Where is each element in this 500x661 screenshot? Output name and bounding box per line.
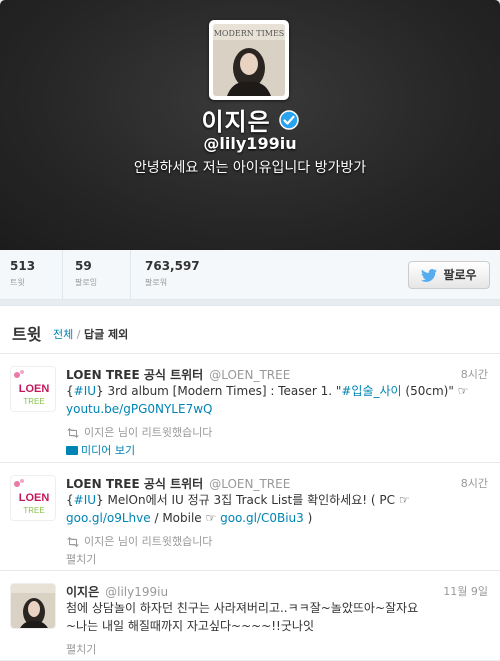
stat-tweets-count: 513 [10,259,36,273]
tweet-item[interactable]: 이지은 @lily199iu 11월 9일 첨에 상담놀이 하자던 친구는 사라져… [0,570,500,661]
profile-name-row: 이지은 [0,102,500,137]
tweet-item[interactable]: LOEN TREE LOEN TREE 공식 트위터 @LOEN_TREE 8시간… [0,462,500,570]
filter-no-replies-link[interactable]: 답글 제외 [84,328,128,341]
svg-text:LOEN: LOEN [19,383,50,395]
tweet-author-handle: @LOEN_TREE [209,368,291,382]
filter-separator: / [76,328,81,341]
tweets-heading: 트윗 [12,325,42,344]
hashtag-link[interactable]: #입술_사이 [341,384,401,398]
tweet-text: {#IU} MelOn에서 IU 정규 3집 Track List를 확인하세요… [66,493,410,525]
tweet-url-link[interactable]: goo.gl/o9Lhve [66,511,151,525]
view-media-link[interactable]: 미디어 보기 [66,442,135,458]
follow-button[interactable]: 팔로우 [408,261,490,289]
tweet-author-name: LOEN TREE 공식 트위터 [66,368,204,382]
svg-text:LOEN: LOEN [19,492,50,504]
tweet-timestamp[interactable]: 8시간 [461,366,488,382]
retweet-context: 이지은 님이 리트윗했습니다 [66,424,212,440]
retweet-icon [67,428,79,438]
stat-followers-count: 763,597 [145,259,200,273]
expand-tweet-link[interactable]: 펼치기 [66,551,96,567]
stat-tweets[interactable]: 513 트윗 [0,259,62,295]
twitter-bird-icon [421,269,438,282]
verified-badge-icon [278,109,299,130]
tweet-text: {#IU} 3rd album [Modern Times] : Teaser … [66,384,469,416]
profile-handle: @lily199iu [203,134,297,153]
tweet-timestamp[interactable]: 8시간 [461,475,488,491]
follow-button-label: 팔로우 [443,268,477,282]
stat-following[interactable]: 59 팔로잉 [65,259,129,295]
tweet-avatar[interactable] [10,583,56,629]
retweet-icon [67,537,79,547]
profile-avatar[interactable]: MODERN TIMES [209,20,289,100]
tweet-text: 첨에 상담놀이 하자던 친구는 사라져버리고..ㅋㅋ잘~놀았뜨아~잘자요 ~나는… [66,601,419,633]
tweet-author[interactable]: LOEN TREE 공식 트위터 @LOEN_TREE [66,475,290,492]
stat-followers[interactable]: 763,597 팔로워 [135,259,235,295]
tweet-author-name: 이지은 [66,585,100,599]
tweet-author[interactable]: LOEN TREE 공식 트위터 @LOEN_TREE [66,366,290,383]
profile-header: MODERN TIMES 이지은 @lily199iu 안녕하세요 저는 아이유… [0,0,500,250]
media-icon [66,446,78,455]
svg-text:TREE: TREE [23,397,44,406]
tweet-author[interactable]: 이지은 @lily199iu [66,583,168,600]
tweet-url-link[interactable]: youtu.be/gPG0NYLE7wQ [66,402,212,416]
hashtag-link[interactable]: #IU [74,493,96,507]
stat-tweets-label: 트윗 [10,278,25,287]
tweet-author-handle: @lily199iu [105,585,169,599]
avatar-image: MODERN TIMES [213,24,285,96]
expand-tweet-link[interactable]: 펼치기 [66,641,96,657]
hashtag-link[interactable]: #IU [74,384,96,398]
stat-followers-label: 팔로워 [145,278,168,287]
tweet-avatar[interactable]: LOEN TREE [10,366,56,412]
tweet-author-handle: @LOEN_TREE [209,477,291,491]
stat-following-label: 팔로잉 [75,278,98,287]
tweet-avatar[interactable]: LOEN TREE [10,475,56,521]
tweet-author-name: LOEN TREE 공식 트위터 [66,477,204,491]
tweets-panel: 트윗 전체 / 답글 제외 LOEN TREE LOEN TREE 공식 트위터… [0,305,500,660]
avatar-album-text: MODERN TIMES [214,29,285,38]
profile-bio: 안녕하세요 저는 아이유입니다 방가방가 [133,160,367,176]
tweet-item[interactable]: LOEN TREE LOEN TREE 공식 트위터 @LOEN_TREE 8시간… [0,353,500,461]
profile-name: 이지은 [201,108,271,136]
tweets-filter: 전체 / 답글 제외 [53,326,128,342]
tweet-timestamp[interactable]: 11월 9일 [443,583,488,599]
retweet-context: 이지은 님이 리트윗했습니다 [66,533,212,549]
stat-divider [62,250,63,300]
tweet-url-link[interactable]: goo.gl/C0Biu3 [220,511,304,525]
filter-all-link[interactable]: 전체 [53,328,73,341]
stat-divider [130,250,131,300]
svg-text:TREE: TREE [23,506,44,515]
stat-following-count: 59 [75,259,92,273]
